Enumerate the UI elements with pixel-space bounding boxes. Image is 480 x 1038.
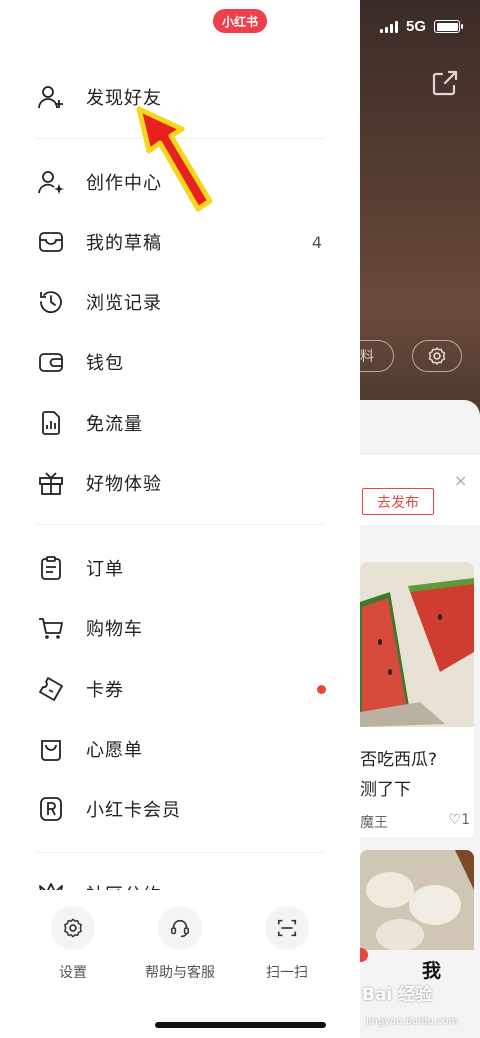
watermelon-image [360,562,474,727]
annotation-arrow [136,106,213,212]
help-label: 帮助与客服 [145,965,215,981]
close-icon[interactable]: × [454,471,467,490]
drawer-bottom-bar: 设置 帮助与客服 扫一扫 [0,890,360,1038]
membership-icon [36,794,66,824]
menu-item-wishlist[interactable]: 心愿单 [36,729,326,769]
menu-item-cart[interactable]: 购物车 [36,608,326,648]
menu-item-data-free[interactable]: 免流量 [36,403,326,443]
share-icon[interactable] [430,68,460,98]
coupon-icon [36,674,66,704]
wishlist-icon [36,734,66,764]
data-free-icon [36,408,66,438]
menu-item-label: 免流量 [86,414,143,435]
add-friend-icon [36,82,66,112]
tab-me[interactable]: 我 [422,956,441,983]
wallet-icon [36,347,66,377]
help-button[interactable]: 帮助与客服 [140,906,220,982]
menu-item-membership[interactable]: 小红卡会员 [36,789,326,829]
heart-icon: ♡ [448,812,462,828]
menu-item-label: 好物体验 [86,474,162,495]
app-logo: 小红书 [213,9,267,33]
publish-button[interactable]: 去发布 [362,488,434,515]
note-cover-image-2[interactable] [360,850,474,950]
watermark-logo: Bai 经验 [362,985,433,1005]
battery-icon [434,20,463,33]
menu-item-drafts[interactable]: 我的草稿 4 [36,222,326,262]
creator-icon [36,167,66,197]
cart-icon [36,613,66,643]
signal-icon [379,20,398,33]
coupon-notification-dot [317,684,326,694]
menu-item-label: 钱包 [86,353,124,374]
note-cover-image[interactable] [360,562,474,727]
menu-item-label: 我的草稿 [86,233,162,254]
note-meta: 魔王 ♡1 [360,812,470,832]
note-title-line1: 否吃西瓜? [360,750,438,770]
menu-item-wallet[interactable]: 钱包 [36,342,326,382]
scan-label: 扫一扫 [266,965,308,981]
scan-button[interactable]: 扫一扫 [247,906,327,982]
dumplings-image [360,850,474,950]
menu-item-label: 心愿单 [86,740,143,761]
scan-icon [265,906,309,950]
note-author: 魔王 [360,815,388,831]
menu-item-label: 小红卡会员 [86,800,181,821]
like-count[interactable]: ♡1 [449,812,470,832]
history-icon [36,287,66,317]
network-label: 5G [405,18,426,35]
status-bar: 5G [379,18,463,35]
publish-prompt-card: × 去发布 [340,455,480,525]
edit-profile-label: 料 [360,349,374,365]
notes-feed: × 去发布 否吃西瓜? 测了下 魔王 ♡1 [340,400,480,1038]
menu-item-label: 订单 [86,559,124,580]
menu-item-coupons[interactable]: 卡券 [36,669,326,709]
home-indicator [155,1022,326,1028]
menu-item-label: 浏览记录 [86,293,162,314]
divider [36,852,324,853]
menu-item-label: 购物车 [86,619,143,640]
settings-label: 设置 [59,965,87,981]
gear-icon [428,347,446,365]
gear-icon [51,906,95,950]
watermark-url: jingyan.baidu.com [366,1016,459,1027]
divider [36,524,324,525]
drafts-icon [36,227,66,257]
profile-settings-button[interactable] [412,340,462,372]
menu-item-history[interactable]: 浏览记录 [36,282,326,322]
menu-item-good-stuff[interactable]: 好物体验 [36,463,326,503]
like-count-value: 1 [461,812,470,828]
menu-item-label: 卡券 [86,680,124,701]
gift-icon [36,468,66,498]
headset-icon [158,906,202,950]
note-title-line2: 测了下 [360,780,411,800]
menu-item-orders[interactable]: 订单 [36,548,326,588]
settings-button[interactable]: 设置 [33,906,113,982]
drafts-count: 4 [311,232,322,252]
order-icon [36,553,66,583]
